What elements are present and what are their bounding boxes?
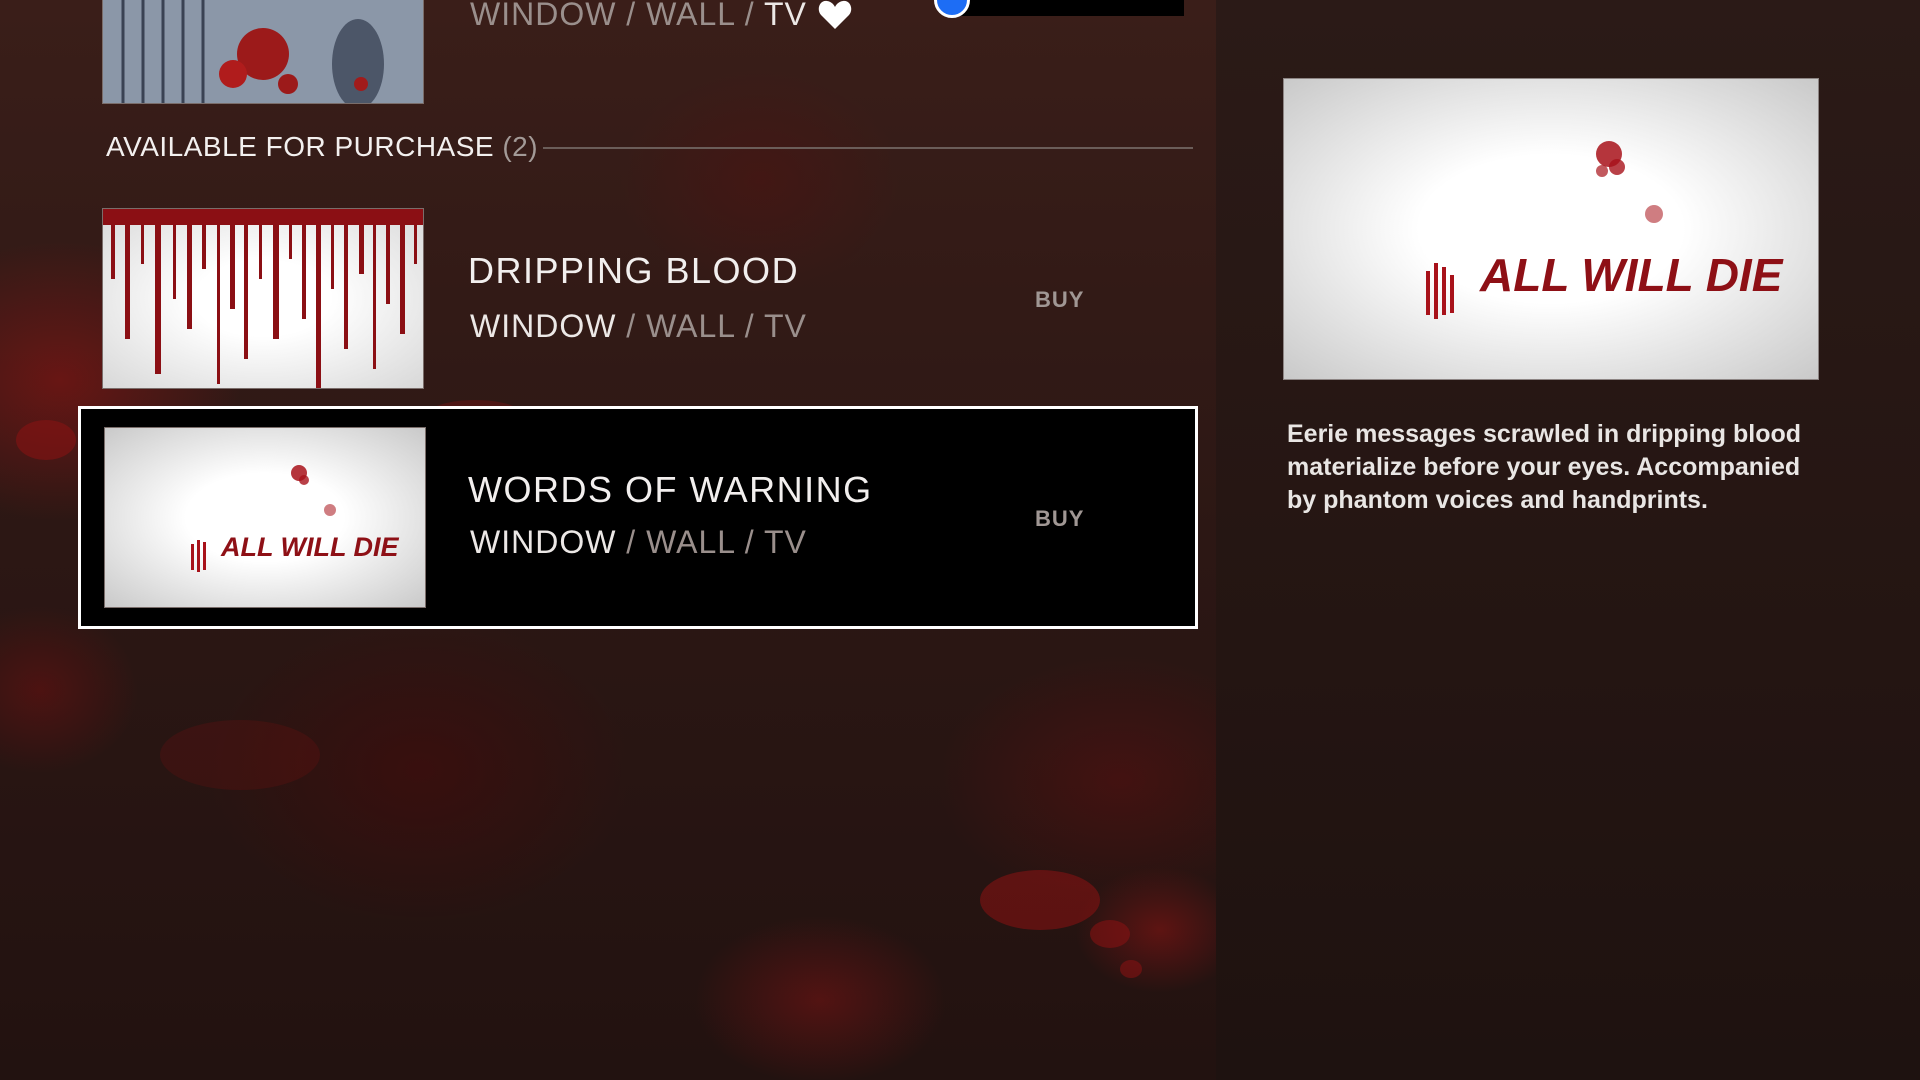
- thumbnail-art: [103, 209, 423, 388]
- buy-button[interactable]: BUY: [1035, 287, 1084, 313]
- all-will-die-art: ALL WILL DIE: [191, 465, 399, 572]
- platform-wall: WALL: [646, 308, 735, 344]
- list-item-words-of-warning[interactable]: ALL WILL DIE WORDS OF WARNING WINDOW / W…: [78, 406, 1198, 629]
- blood-splatter: [160, 720, 320, 790]
- thumbnail-art: [103, 0, 423, 103]
- platform-tv: TV: [763, 0, 807, 32]
- platform-separator: /: [734, 308, 764, 344]
- platform-separator: /: [616, 524, 647, 560]
- heart-icon[interactable]: [818, 0, 852, 30]
- platform-list: WINDOW / WALL / TV: [470, 308, 807, 345]
- platform-window: WINDOW: [470, 0, 617, 32]
- platform-separator: /: [734, 524, 764, 560]
- platform-window: WINDOW: [470, 524, 617, 560]
- blood-splatter: [16, 420, 76, 460]
- platform-tv: TV: [763, 308, 807, 344]
- item-thumbnail: ALL WILL DIE: [104, 427, 426, 608]
- blood-splatter: [1090, 920, 1130, 948]
- section-divider: [543, 147, 1193, 149]
- platform-window: WINDOW: [470, 308, 617, 344]
- progress-bar[interactable]: [958, 0, 1184, 16]
- thumb-text: ALL WILL DIE: [220, 532, 399, 562]
- platform-wall: WALL: [646, 524, 735, 560]
- platform-separator: /: [734, 0, 764, 32]
- platform-wall: WALL: [646, 0, 735, 32]
- blood-splatter: [1120, 960, 1142, 978]
- detail-preview-image: ALL WILL DIE: [1283, 78, 1819, 380]
- item-thumbnail: [102, 0, 424, 104]
- blood-splatter: [980, 870, 1100, 930]
- platform-list: WINDOW / WALL / TV: [470, 0, 807, 33]
- platform-separator: /: [616, 0, 647, 32]
- dripping-blood-art: [103, 209, 423, 388]
- thumbnail-art: ALL WILL DIE: [105, 428, 425, 607]
- platform-separator: /: [616, 308, 647, 344]
- item-title: WORDS OF WARNING: [468, 469, 873, 510]
- list-item-dripping-blood[interactable]: DRIPPING BLOOD WINDOW / WALL / TV BUY: [78, 198, 1198, 408]
- item-title: DRIPPING BLOOD: [468, 250, 800, 291]
- all-will-die-preview-art: ALL WILL DIE: [1426, 141, 1784, 319]
- bloody-window-art: [103, 0, 423, 103]
- platform-tv: TV: [763, 524, 807, 560]
- preview-art: ALL WILL DIE: [1284, 79, 1818, 379]
- item-thumbnail: [102, 208, 424, 389]
- preview-text: ALL WILL DIE: [1479, 249, 1784, 301]
- section-title: AVAILABLE FOR PURCHASE: [106, 131, 495, 162]
- platform-list: WINDOW / WALL / TV: [470, 524, 807, 561]
- section-count: (2): [502, 131, 539, 162]
- item-description: Eerie messages scrawled in dripping bloo…: [1287, 420, 1802, 514]
- section-header: AVAILABLE FOR PURCHASE (2): [106, 131, 538, 163]
- buy-button[interactable]: BUY: [1035, 506, 1084, 532]
